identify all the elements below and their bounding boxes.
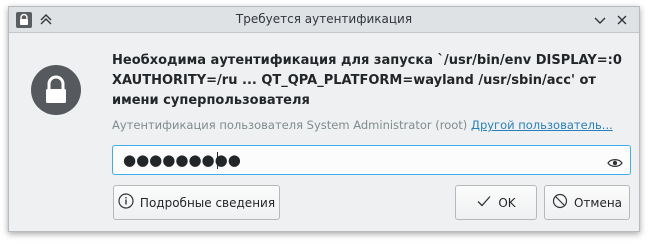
ok-button[interactable]: OK bbox=[455, 185, 537, 220]
other-user-link[interactable]: Другой пользователь... bbox=[471, 118, 613, 132]
cancel-button-label: Отмена bbox=[573, 195, 623, 210]
padlock-icon bbox=[31, 65, 81, 115]
user-info-line: Аутентификация пользователя System Admin… bbox=[112, 118, 613, 132]
eye-icon[interactable] bbox=[607, 154, 623, 173]
details-button-label: Подробные сведения bbox=[139, 195, 276, 210]
close-icon[interactable] bbox=[614, 12, 630, 28]
details-button[interactable]: Подробные сведения bbox=[113, 185, 280, 220]
cancel-icon bbox=[552, 193, 568, 212]
password-value: ●●●●●●●●● bbox=[123, 151, 241, 169]
chevron-down-icon[interactable] bbox=[592, 12, 608, 28]
user-info-text: Аутентификация пользователя System Admin… bbox=[112, 118, 468, 132]
ok-button-label: OK bbox=[498, 195, 516, 210]
auth-dialog-window: Требуется аутентификация Необходима ауте… bbox=[8, 6, 640, 232]
checkmark-icon bbox=[476, 193, 492, 212]
titlebar: Требуется аутентификация bbox=[9, 7, 639, 33]
text-caret bbox=[217, 152, 218, 169]
window-title: Требуется аутентификация bbox=[235, 12, 413, 26]
password-field[interactable]: ●●●●●●●●● bbox=[112, 145, 631, 175]
info-icon bbox=[118, 193, 134, 212]
cancel-button[interactable]: Отмена bbox=[544, 185, 630, 220]
auth-message: Необходима аутентификация для запуска `/… bbox=[112, 53, 622, 108]
